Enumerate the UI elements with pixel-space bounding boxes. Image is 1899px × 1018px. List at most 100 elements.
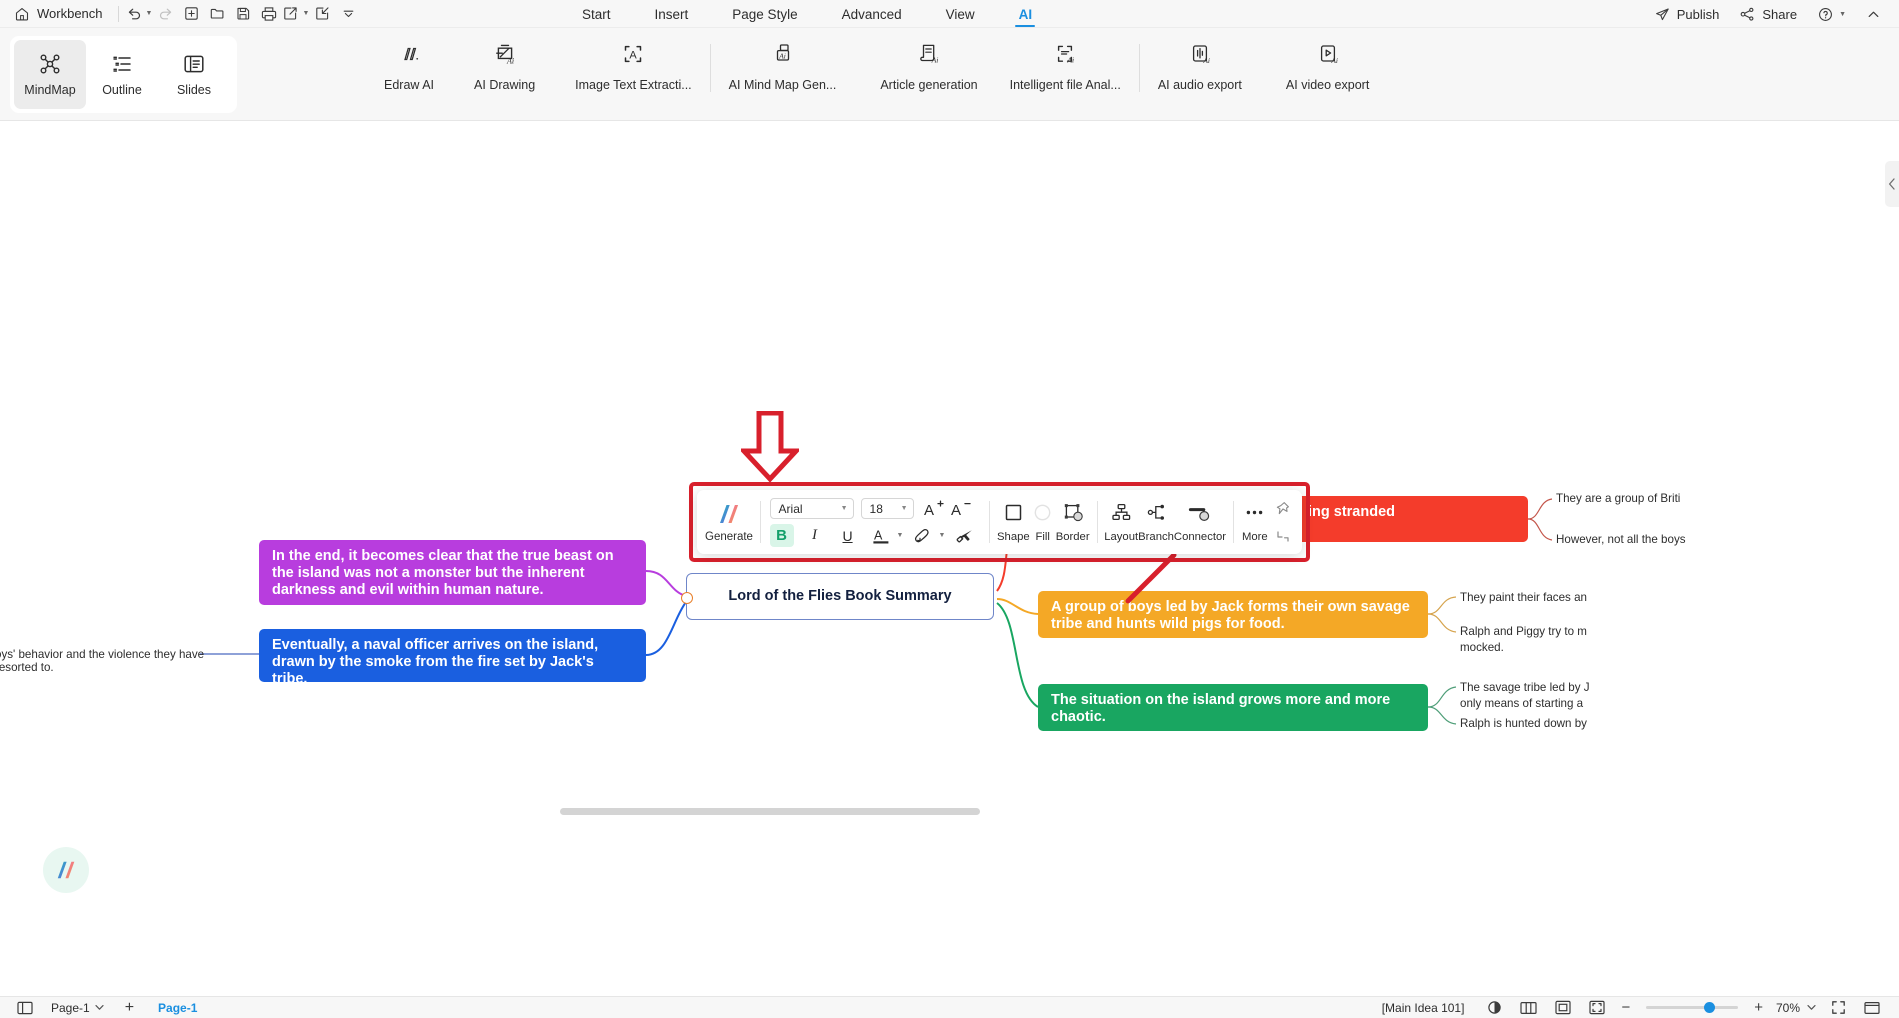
export-dropdown-caret[interactable]: ▼ xyxy=(302,10,309,17)
save-button[interactable] xyxy=(230,2,256,26)
highlight-color-caret-icon[interactable]: ▼ xyxy=(938,532,945,539)
mindmap-canvas[interactable]: Lord of the Flies Book Summary In the en… xyxy=(0,121,1899,996)
import-button[interactable] xyxy=(309,2,335,26)
mindmap-node-purple[interactable]: In the end, it becomes clear that the tr… xyxy=(259,540,646,605)
svg-text:Ai: Ai xyxy=(1330,56,1338,65)
mindmap-subnode-red-2[interactable]: However, not all the boys xyxy=(1556,532,1899,548)
page-tab-page-1[interactable]: Page-1 xyxy=(146,1001,209,1015)
publish-button[interactable]: Publish xyxy=(1646,2,1728,26)
mindmap-subnode-green-2[interactable]: Ralph is hunted down by xyxy=(1460,716,1899,732)
redo-button[interactable] xyxy=(152,2,178,26)
ai-tool-article-generation[interactable]: Ai Article generation xyxy=(876,34,981,92)
menu-item-start[interactable]: Start xyxy=(560,0,633,28)
mindmap-node-green[interactable]: The situation on the island grows more a… xyxy=(1038,684,1428,731)
highlight-color-button[interactable] xyxy=(910,524,934,547)
new-button[interactable] xyxy=(178,2,204,26)
help-button[interactable]: ▼ xyxy=(1809,2,1854,26)
svg-text:A: A xyxy=(924,502,934,518)
font-family-value: Arial xyxy=(778,501,803,516)
status-bar-right: [Main Idea 101] − + 70% xyxy=(1368,999,1889,1016)
italic-button[interactable]: I xyxy=(803,524,827,547)
underline-button[interactable]: U xyxy=(836,524,860,547)
customize-quick-access-button[interactable] xyxy=(335,2,361,26)
mindmap-subnode-green-1[interactable]: The savage tribe led by J only means of … xyxy=(1460,680,1899,711)
node-green-text: The situation on the island grows more a… xyxy=(1051,692,1391,725)
ai-tool-image-text-extraction[interactable]: A Image Text Extracti... xyxy=(571,34,695,92)
border-button[interactable]: Border xyxy=(1056,494,1090,550)
menu-item-advanced[interactable]: Advanced xyxy=(820,0,924,28)
collapse-toolbar-icon[interactable] xyxy=(1276,530,1290,543)
ai-tool-ai-mind-map-gen[interactable]: Ai AI Mind Map Gen... xyxy=(725,34,841,92)
fit-page-icon xyxy=(1555,1000,1572,1015)
help-dropdown-caret[interactable]: ▼ xyxy=(1839,11,1846,18)
ai-tool-ai-video-export[interactable]: Ai AI video export xyxy=(1282,34,1373,92)
fill-button[interactable]: Fill xyxy=(1030,494,1056,550)
bold-button[interactable]: B xyxy=(769,524,794,547)
export-button[interactable]: ▼ xyxy=(282,2,309,26)
pin-icon[interactable] xyxy=(1275,501,1290,516)
zoom-out-button[interactable]: − xyxy=(1614,999,1637,1016)
add-page-button[interactable]: + xyxy=(113,999,146,1016)
zoom-slider[interactable] xyxy=(1646,1002,1739,1013)
open-button[interactable] xyxy=(204,2,230,26)
zoom-level-selector[interactable]: 70% xyxy=(1770,1001,1822,1015)
mindmap-subnode-orange-1[interactable]: They paint their faces an xyxy=(1460,590,1899,606)
format-painter-button[interactable] xyxy=(953,524,977,547)
right-panel-collapse-button[interactable] xyxy=(1885,161,1899,207)
mindmap-subnode-orange-2[interactable]: Ralph and Piggy try to m mocked. xyxy=(1460,624,1899,655)
ai-tool-ai-drawing[interactable]: Ai AI Drawing xyxy=(470,34,539,92)
increase-font-size-button[interactable]: A xyxy=(922,497,946,520)
print-button[interactable] xyxy=(256,2,282,26)
undo-dropdown-caret[interactable]: ▼ xyxy=(146,10,153,17)
ai-generate-button[interactable]: Generate xyxy=(705,494,753,550)
two-page-view-button[interactable] xyxy=(1511,1001,1546,1015)
mindmap-node-blue[interactable]: Eventually, a naval officer arrives on t… xyxy=(259,629,646,687)
page-panel-toggle-button[interactable] xyxy=(8,1001,42,1015)
italic-label: I xyxy=(812,527,818,543)
mindmap-central-node[interactable]: Lord of the Flies Book Summary xyxy=(681,573,994,620)
workbench-button[interactable]: Workbench xyxy=(10,2,111,26)
ai-tool-ai-audio-export[interactable]: Ai AI audio export xyxy=(1154,34,1246,92)
chevron-down-icon xyxy=(95,1005,104,1010)
branch-button[interactable]: Branch xyxy=(1138,494,1174,550)
undo-button[interactable]: ▼ xyxy=(126,2,153,26)
selected-object-label: [Main Idea 101] xyxy=(1381,1000,1465,1015)
font-color-caret-icon[interactable]: ▼ xyxy=(897,532,904,539)
shape-button[interactable]: Shape xyxy=(997,494,1030,550)
share-button[interactable]: Share xyxy=(1731,2,1805,26)
mindmap-node-orange[interactable]: A group of boys led by Jack forms their … xyxy=(1038,591,1428,638)
fit-page-button[interactable] xyxy=(1546,1000,1580,1015)
font-color-button[interactable]: A xyxy=(869,524,893,547)
menu-item-ai[interactable]: AI xyxy=(997,0,1055,28)
ai-tool-intelligent-file-analysis[interactable]: Ai Intelligent file Anal... xyxy=(1006,34,1125,92)
menu-item-view[interactable]: View xyxy=(924,0,997,28)
menu-item-insert[interactable]: Insert xyxy=(633,0,711,28)
zoom-in-button[interactable]: + xyxy=(1747,999,1770,1016)
zoom-slider-knob[interactable] xyxy=(1704,1002,1716,1013)
ai-mindmap-gen-icon: Ai xyxy=(776,44,789,61)
font-family-select[interactable]: Arial ▼ xyxy=(769,498,854,519)
more-button[interactable]: More xyxy=(1241,494,1269,550)
format-divider-4 xyxy=(1233,501,1234,543)
layout-button[interactable]: Layout xyxy=(1104,494,1138,550)
connector-button[interactable]: Connector xyxy=(1174,494,1226,550)
plus-square-icon xyxy=(185,7,198,20)
decrease-font-size-button[interactable]: A xyxy=(949,497,973,520)
mindmap-subnode-red-1[interactable]: They are a group of Briti xyxy=(1556,491,1899,507)
collapse-ribbon-button[interactable] xyxy=(1858,2,1889,26)
view-mode-outline[interactable]: Outline xyxy=(86,40,158,109)
view-mode-mindmap[interactable]: MindMap xyxy=(14,40,86,109)
menu-item-page-style[interactable]: Page Style xyxy=(710,0,819,28)
presentation-button[interactable] xyxy=(1855,1001,1889,1015)
canvas-horizontal-scrollbar[interactable] xyxy=(560,808,980,815)
fullscreen-button[interactable] xyxy=(1822,1000,1855,1015)
fit-width-button[interactable] xyxy=(1580,1000,1614,1015)
theme-contrast-button[interactable] xyxy=(1478,1000,1511,1015)
mindmap-subnode-left[interactable]: oys' behavior and the violence they have… xyxy=(0,648,205,674)
font-size-select[interactable]: 18 ▼ xyxy=(860,498,914,519)
ai-tool-edraw-ai[interactable]: Edraw AI xyxy=(380,34,438,92)
image-text-extract-icon: A xyxy=(625,45,642,63)
page-selector[interactable]: Page-1 xyxy=(42,1001,113,1015)
view-mode-slides[interactable]: Slides xyxy=(158,40,230,109)
status-bar: Page-1 + Page-1 [Main Idea 101] − + 70% xyxy=(0,996,1899,1018)
